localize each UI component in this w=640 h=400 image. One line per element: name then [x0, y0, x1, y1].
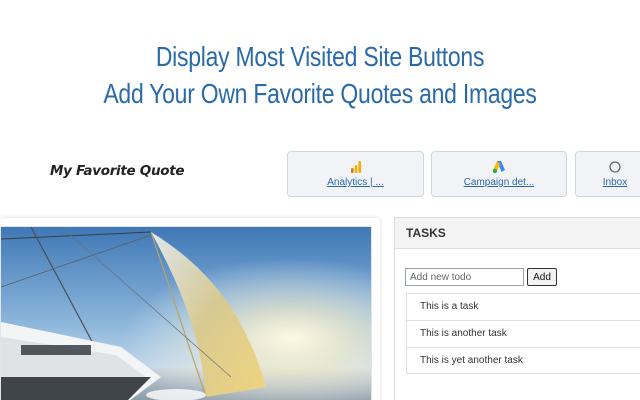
- site-button-label[interactable]: Analytics | ...: [288, 177, 423, 188]
- inbox-icon: [576, 160, 640, 174]
- site-button-analytics[interactable]: Analytics | ...: [287, 151, 424, 197]
- add-todo-input[interactable]: [405, 268, 524, 286]
- favorite-image: [0, 226, 372, 400]
- task-item[interactable]: This is yet another task: [406, 347, 640, 374]
- site-button-campaign[interactable]: Campaign det...: [431, 151, 567, 197]
- headline-line-1: Display Most Visited Site Buttons: [155, 41, 485, 72]
- task-item[interactable]: This is a task: [406, 293, 640, 320]
- site-button-inbox[interactable]: Inbox: [575, 151, 640, 197]
- site-button-label[interactable]: Campaign det...: [432, 177, 566, 188]
- tasks-panel: TASKS Add This is a task This is another…: [394, 217, 640, 400]
- task-item[interactable]: This is another task: [406, 320, 640, 347]
- task-list: This is a task This is another task This…: [406, 293, 640, 374]
- site-button-label[interactable]: Inbox: [576, 177, 640, 188]
- tasks-title: TASKS: [395, 218, 640, 249]
- google-ads-icon: [432, 160, 566, 174]
- favorite-quote-title: My Favorite Quote: [50, 163, 185, 179]
- add-todo-button[interactable]: Add: [527, 268, 557, 286]
- analytics-icon: [288, 160, 423, 174]
- headline-line-2: Add Your Own Favorite Quotes and Images: [103, 78, 537, 109]
